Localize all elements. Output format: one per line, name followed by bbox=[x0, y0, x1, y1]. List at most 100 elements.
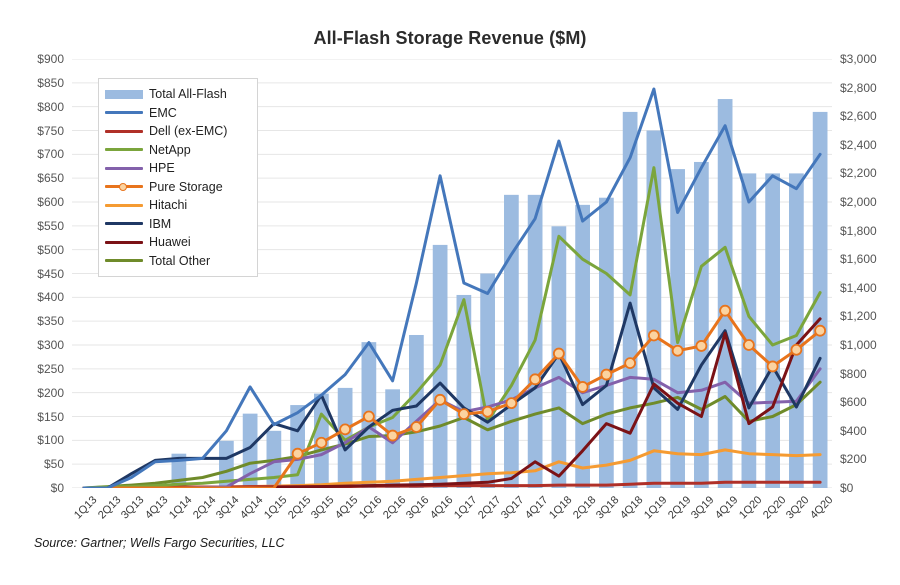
data-point-marker bbox=[600, 368, 613, 381]
legend-swatch-icon bbox=[105, 255, 143, 267]
data-point-marker bbox=[647, 329, 660, 342]
legend-swatch-icon bbox=[105, 125, 143, 137]
bar bbox=[741, 173, 757, 488]
legend-item-hpe[interactable]: HPE bbox=[105, 159, 249, 178]
data-point-marker bbox=[719, 304, 732, 317]
legend-item-pure-storage[interactable]: Pure Storage bbox=[105, 178, 249, 197]
left-axis-tick: $850 bbox=[37, 75, 64, 90]
legend-swatch-icon bbox=[105, 236, 143, 248]
right-axis-tick: $2,000 bbox=[840, 195, 877, 209]
left-axis-tick: $150 bbox=[37, 409, 64, 424]
data-point-marker bbox=[362, 410, 375, 423]
legend-item-label: NetApp bbox=[149, 142, 191, 157]
data-point-marker bbox=[814, 324, 827, 337]
right-axis-tick: $1,200 bbox=[840, 309, 877, 324]
chart-container: All-Flash Storage Revenue ($M) $0 $50 $100… bbox=[0, 0, 900, 585]
legend-swatch-icon bbox=[105, 88, 143, 100]
legend-item-label: Hitachi bbox=[149, 198, 188, 213]
left-axis-tick: $450 bbox=[37, 266, 64, 281]
left-axis-tick: $800 bbox=[37, 99, 64, 114]
bar bbox=[694, 161, 709, 488]
data-point-marker bbox=[671, 344, 684, 357]
legend-item-label: Total All-Flash bbox=[149, 87, 227, 102]
bar bbox=[599, 197, 614, 488]
right-axis-tick: $400 bbox=[840, 423, 867, 438]
data-point-marker bbox=[410, 421, 423, 433]
left-axis-tick: $400 bbox=[37, 290, 64, 305]
data-point-marker bbox=[339, 423, 352, 436]
data-point-marker bbox=[695, 340, 708, 352]
chart-legend: Total All-Flash EMC Dell (ex-EMC) NetApp HPE… bbox=[98, 78, 258, 277]
left-axis-tick: $250 bbox=[37, 361, 64, 376]
data-point-marker bbox=[315, 436, 328, 449]
bar bbox=[409, 334, 424, 488]
data-point-marker bbox=[505, 397, 518, 410]
source-note: Source: Gartner; Wells Fargo Securities,… bbox=[34, 536, 285, 550]
right-axis-tick: $1,000 bbox=[840, 338, 877, 352]
data-point-marker bbox=[481, 405, 494, 418]
right-axis-tick: $1,600 bbox=[840, 252, 877, 267]
bar bbox=[646, 130, 662, 488]
data-point-marker bbox=[291, 447, 304, 460]
bar bbox=[717, 99, 733, 488]
legend-swatch-icon bbox=[105, 144, 143, 156]
legend-swatch-icon bbox=[105, 181, 143, 193]
legend-item-label: Huawei bbox=[149, 235, 191, 250]
right-axis-tick: $2,200 bbox=[840, 166, 877, 181]
legend-item-label: IBM bbox=[149, 216, 172, 231]
right-axis-tick: $1,800 bbox=[840, 223, 877, 238]
right-axis-tick: $3,000 bbox=[840, 52, 877, 66]
right-axis-tick: $0 bbox=[840, 481, 854, 495]
bar bbox=[789, 173, 804, 488]
left-axis-tick: $300 bbox=[37, 338, 64, 352]
legend-item-label: EMC bbox=[149, 105, 177, 120]
legend-item-total-all-flash[interactable]: Total All-Flash bbox=[105, 85, 249, 104]
left-axis-tick: $650 bbox=[37, 171, 64, 186]
legend-swatch-icon bbox=[105, 218, 143, 230]
data-point-marker bbox=[742, 339, 755, 351]
data-point-marker bbox=[790, 343, 803, 356]
left-axis-tick: $50 bbox=[43, 457, 64, 472]
legend-item-huawei[interactable]: Huawei bbox=[105, 233, 249, 252]
left-axis-tick: $0 bbox=[50, 481, 64, 495]
right-axis-tick: $1,400 bbox=[840, 280, 877, 295]
legend-item-emc[interactable]: EMC bbox=[105, 104, 249, 123]
right-axis-tick: $600 bbox=[840, 395, 867, 410]
legend-item-label: HPE bbox=[149, 161, 175, 176]
data-point-marker bbox=[766, 360, 779, 373]
legend-item-label: Dell (ex-EMC) bbox=[149, 124, 228, 139]
left-axis-tick: $500 bbox=[37, 242, 64, 257]
right-axis-tick: $2,600 bbox=[840, 109, 877, 124]
left-axis-tick: $600 bbox=[37, 195, 64, 209]
data-point-marker bbox=[434, 393, 447, 406]
left-axis-tick: $200 bbox=[37, 385, 64, 400]
data-point-marker bbox=[624, 357, 637, 370]
data-point-marker bbox=[552, 347, 565, 360]
legend-item-dell-ex-emc[interactable]: Dell (ex-EMC) bbox=[105, 122, 249, 141]
left-axis-tick: $750 bbox=[37, 123, 64, 138]
right-axis-tick: $2,400 bbox=[840, 137, 877, 152]
data-point-marker bbox=[529, 373, 542, 386]
data-point-marker bbox=[576, 381, 589, 393]
right-axis-tick: $800 bbox=[840, 366, 867, 381]
bar bbox=[765, 173, 780, 488]
right-axis-tick: $2,800 bbox=[840, 80, 877, 95]
left-axis-tick: $900 bbox=[37, 52, 64, 66]
data-point-marker bbox=[386, 429, 399, 442]
legend-item-ibm[interactable]: IBM bbox=[105, 215, 249, 234]
legend-swatch-icon bbox=[105, 199, 143, 211]
right-axis-tick: $200 bbox=[840, 452, 867, 467]
data-point-marker bbox=[457, 408, 470, 421]
left-axis-tick: $100 bbox=[37, 433, 64, 448]
left-axis-tick: $350 bbox=[37, 314, 64, 329]
legend-item-label: Pure Storage bbox=[149, 179, 223, 194]
line-series-total-other bbox=[82, 380, 822, 488]
legend-item-netapp[interactable]: NetApp bbox=[105, 141, 249, 160]
legend-item-hitachi[interactable]: Hitachi bbox=[105, 196, 249, 215]
chart-title: All-Flash Storage Revenue ($M) bbox=[313, 28, 587, 48]
legend-item-label: Total Other bbox=[149, 253, 211, 268]
legend-swatch-icon bbox=[105, 107, 143, 119]
bar bbox=[480, 273, 495, 488]
legend-item-total-other[interactable]: Total Other bbox=[105, 252, 249, 271]
bar bbox=[504, 194, 519, 488]
